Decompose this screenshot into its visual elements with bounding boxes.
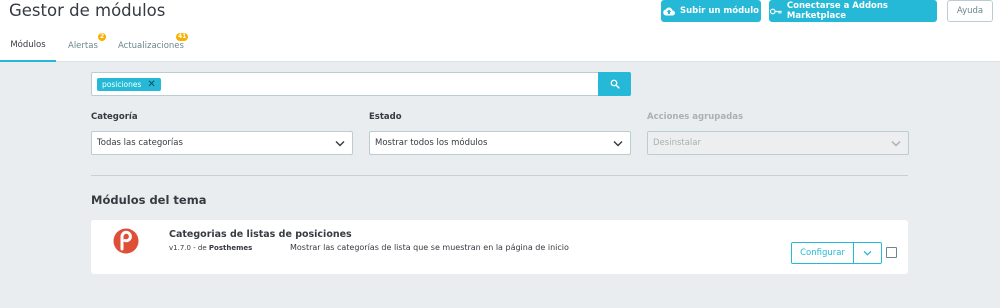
module-meta: v1.7.0 - de Posthemes <box>169 244 252 252</box>
bulk-actions-label: Acciones agrupadas <box>647 112 744 122</box>
connect-marketplace-label: Conectarse a Addons Marketplace <box>786 1 888 21</box>
connect-marketplace-button[interactable]: Conectarse a Addons Marketplace <box>769 0 937 22</box>
tab-alerts-label: Alertas <box>68 41 98 51</box>
module-logo <box>113 228 139 254</box>
tab-updates[interactable]: Actualizaciones 41 <box>118 30 193 62</box>
cloud-upload-icon <box>663 7 675 15</box>
module-tabs: Módulos Alertas 2 Actualizaciones 41 <box>0 30 1000 62</box>
tab-modules[interactable]: Módulos <box>0 30 56 62</box>
module-name: Categorias de listas de posiciones <box>169 229 352 240</box>
module-search-bar: posiciones ✕ <box>91 72 631 96</box>
search-icon <box>610 79 620 89</box>
chevron-down-icon <box>891 141 901 147</box>
chevron-down-icon <box>335 141 345 147</box>
tab-alerts[interactable]: Alertas 2 <box>68 30 108 62</box>
updates-count-badge: 41 <box>176 33 189 41</box>
page-title: Gestor de módulos <box>9 1 166 20</box>
configure-button-group: Configurar <box>791 242 882 264</box>
module-description: Mostrar las categorías de lista que se m… <box>290 243 569 252</box>
page-header: Gestor de módulos Subir un módulo Conect… <box>0 0 1000 30</box>
chevron-down-icon <box>613 141 623 147</box>
category-filter-label: Categoría <box>91 112 138 122</box>
section-title: Módulos del tema <box>91 193 207 207</box>
status-select[interactable]: Mostrar todos los módulos <box>369 131 631 155</box>
module-version: v1.7.0 - de <box>169 244 207 252</box>
category-select-value: Todas las categorías <box>97 138 183 148</box>
status-filter-label: Estado <box>369 112 402 122</box>
search-tag-label: posiciones <box>102 80 142 89</box>
help-button[interactable]: Ayuda <box>947 0 993 22</box>
search-input[interactable] <box>92 73 599 95</box>
configure-label: Configurar <box>800 248 845 258</box>
chevron-down-icon <box>863 250 872 256</box>
upload-module-button[interactable]: Subir un módulo <box>661 0 761 22</box>
search-tag: posiciones ✕ <box>97 78 161 91</box>
tab-modules-label: Módulos <box>10 40 46 50</box>
help-label: Ayuda <box>956 6 984 16</box>
category-select[interactable]: Todas las categorías <box>91 131 353 155</box>
search-button[interactable] <box>598 72 631 96</box>
divider <box>91 175 908 176</box>
bulk-actions-select: Desinstalar <box>647 131 909 155</box>
module-author: Posthemes <box>208 244 253 252</box>
remove-tag-icon[interactable]: ✕ <box>147 78 155 91</box>
upload-module-label: Subir un módulo <box>680 6 759 16</box>
tab-updates-label: Actualizaciones <box>118 41 184 51</box>
configure-button[interactable]: Configurar <box>792 243 854 263</box>
bulk-actions-value: Desinstalar <box>653 138 701 148</box>
module-card: Categorias de listas de posiciones v1.7.… <box>91 220 908 274</box>
status-select-value: Mostrar todos los módulos <box>375 138 488 148</box>
configure-dropdown-toggle[interactable] <box>854 243 881 263</box>
alerts-count-badge: 2 <box>98 33 107 41</box>
module-select-checkbox[interactable] <box>886 247 897 258</box>
key-icon <box>770 8 782 14</box>
